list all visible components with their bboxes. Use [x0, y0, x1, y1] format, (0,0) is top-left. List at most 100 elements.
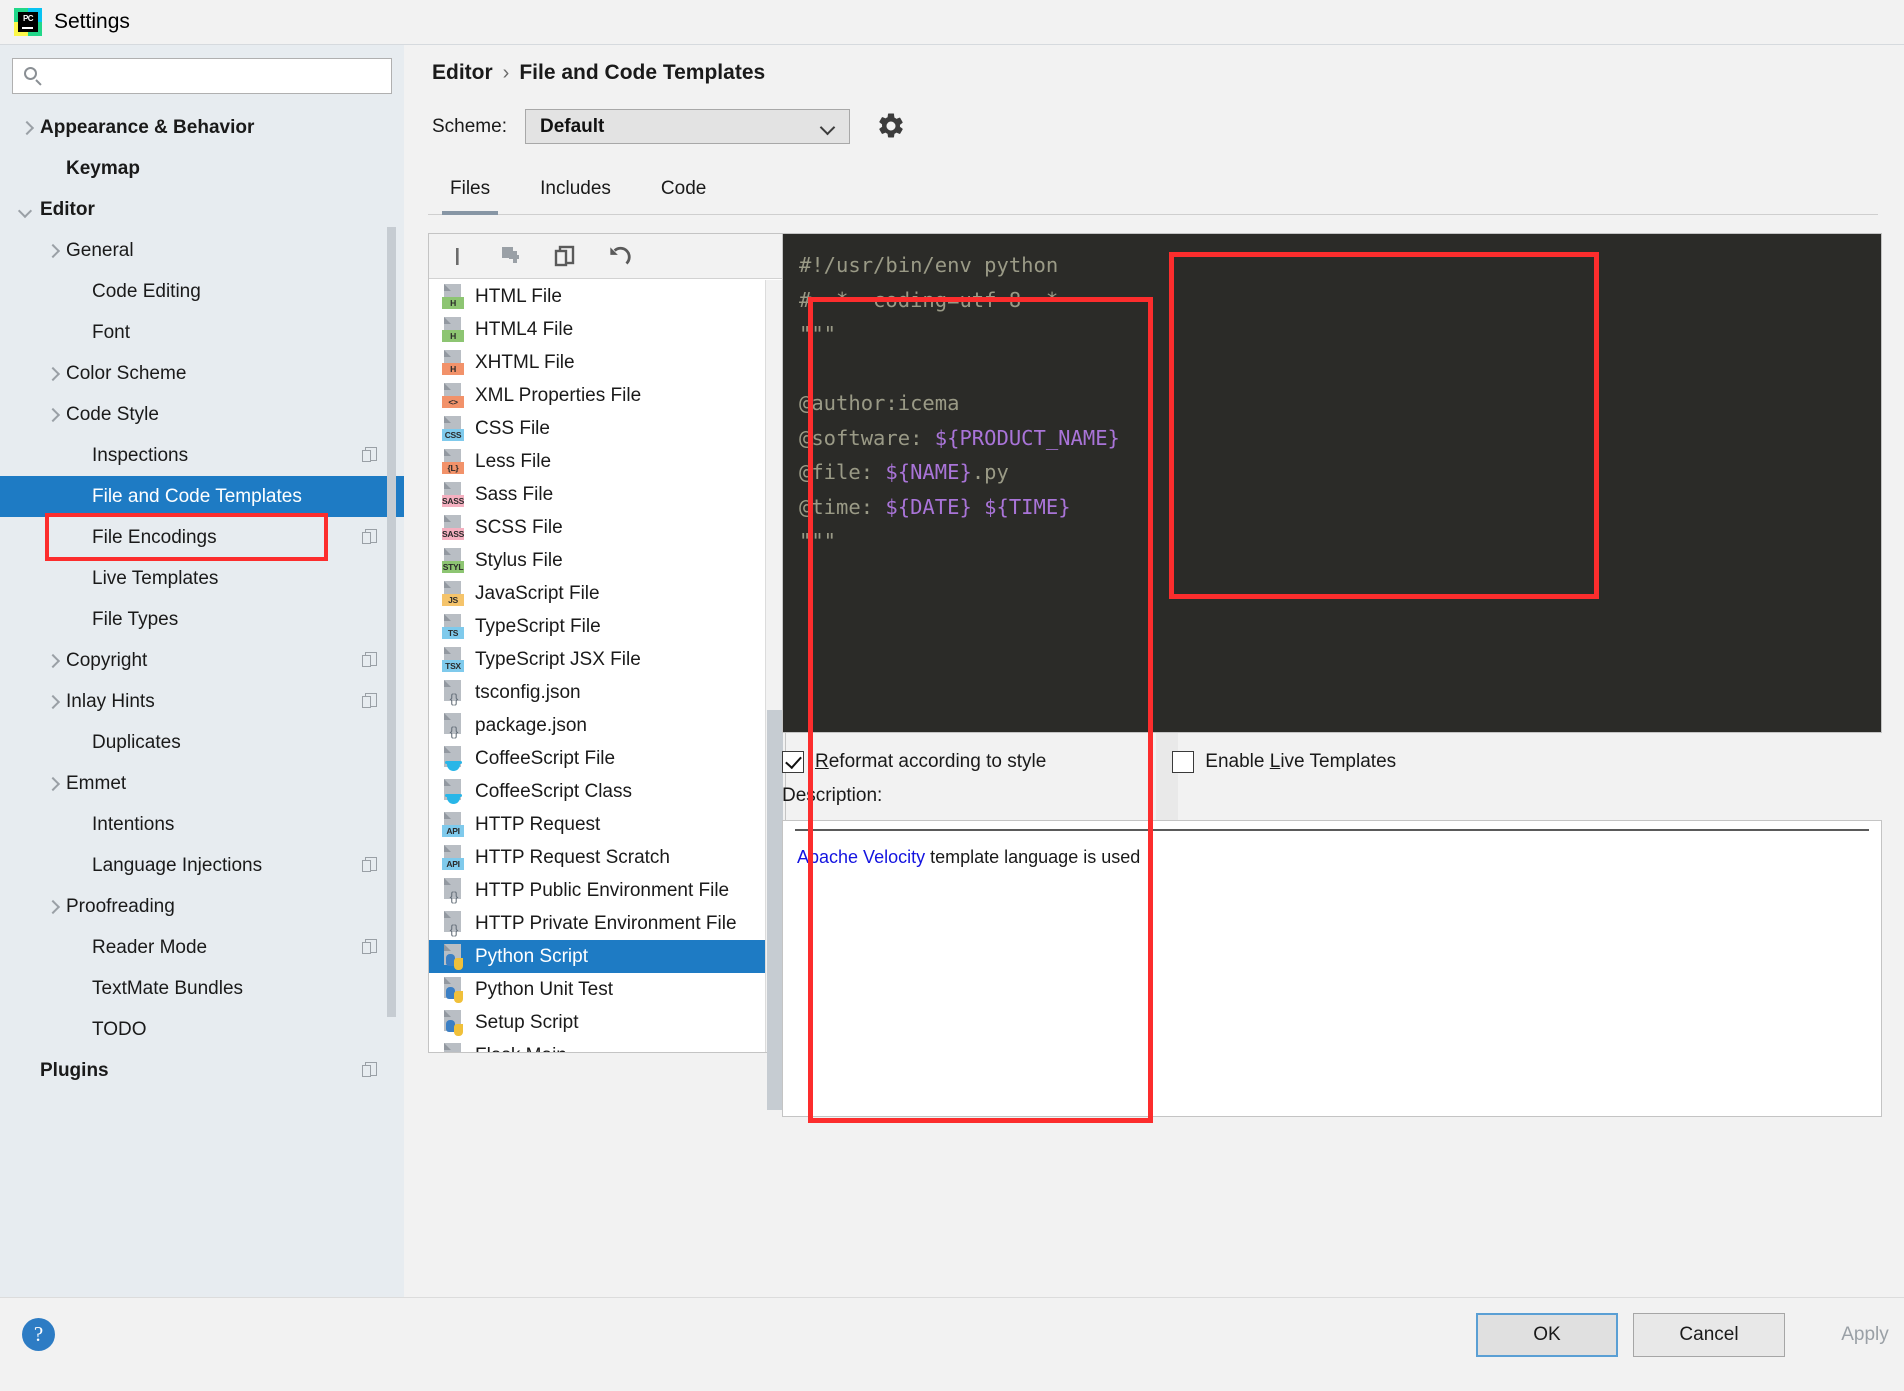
chevron-right-icon[interactable] — [44, 694, 60, 710]
list-item-label: Python Unit Test — [475, 978, 614, 1000]
list-item[interactable]: CoffeeScript Class — [429, 775, 766, 808]
list-item[interactable]: Flask Main — [429, 1039, 766, 1052]
sidebar-item-proofreading[interactable]: Proofreading — [0, 886, 404, 927]
list-item[interactable]: {L} Less File — [429, 445, 766, 478]
copy-settings-icon[interactable] — [362, 651, 380, 670]
chevron-down-icon[interactable] — [18, 202, 34, 218]
sidebar-item-keymap[interactable]: Keymap — [0, 148, 404, 189]
copy-settings-icon[interactable] — [362, 856, 380, 875]
list-item[interactable]: {} HTTP Private Environment File — [429, 907, 766, 940]
stylus-file-icon: STYL — [441, 547, 465, 574]
apply-button[interactable]: Apply — [1800, 1313, 1904, 1357]
chevron-right-icon[interactable] — [44, 653, 60, 669]
sidebar-item-textmate-bundles[interactable]: TextMate Bundles — [0, 968, 404, 1009]
live-templates-checkbox[interactable] — [1172, 751, 1195, 773]
add-icon[interactable] — [443, 242, 471, 270]
copy-settings-icon[interactable] — [362, 528, 380, 547]
template-code-editor[interactable]: #!/usr/bin/env python # -*- coding=utf-8 … — [782, 233, 1882, 733]
tab-code[interactable]: Code — [639, 164, 728, 214]
sidebar-item-code-style[interactable]: Code Style — [0, 394, 404, 435]
copy-settings-icon[interactable] — [362, 692, 380, 711]
xml-properties-icon: <> — [441, 382, 465, 409]
list-item[interactable]: API HTTP Request Scratch — [429, 841, 766, 874]
list-item[interactable]: JS JavaScript File — [429, 577, 766, 610]
sidebar-scrollbar-track[interactable] — [387, 107, 400, 1298]
sidebar-item-todo[interactable]: TODO — [0, 1009, 404, 1050]
sidebar-item-appearance-behavior[interactable]: Appearance & Behavior — [0, 107, 404, 148]
code-line: """ — [799, 317, 1120, 352]
list-scrollbar-thumb[interactable] — [767, 710, 783, 1110]
sidebar-item-file-types[interactable]: File Types — [0, 599, 404, 640]
list-item[interactable]: TSX TypeScript JSX File — [429, 643, 766, 676]
sidebar-scrollbar-thumb[interactable] — [387, 227, 396, 1017]
list-item[interactable]: H XHTML File — [429, 346, 766, 379]
list-item[interactable]: CoffeeScript File — [429, 742, 766, 775]
reset-icon[interactable] — [605, 242, 633, 270]
breadcrumb-item-editor[interactable]: Editor — [432, 61, 493, 85]
code-line: #!/usr/bin/env python — [799, 248, 1120, 283]
chevron-right-icon[interactable] — [44, 899, 60, 915]
duplicate-icon[interactable] — [551, 242, 579, 270]
apache-velocity-link[interactable]: Apache Velocity — [797, 847, 925, 867]
list-item[interactable]: H HTML4 File — [429, 313, 766, 346]
sidebar-item-reader-mode[interactable]: Reader Mode — [0, 927, 404, 968]
help-button[interactable]: ? — [22, 1318, 55, 1351]
sidebar-item-general[interactable]: General — [0, 230, 404, 271]
cancel-button[interactable]: Cancel — [1633, 1313, 1785, 1357]
chevron-right-icon[interactable] — [44, 776, 60, 792]
list-item[interactable]: SASS SCSS File — [429, 511, 766, 544]
list-item[interactable]: H HTML File — [429, 280, 766, 313]
chevron-right-icon[interactable] — [18, 120, 34, 136]
code-text: """ — [799, 529, 837, 553]
list-item[interactable]: CSS CSS File — [429, 412, 766, 445]
sidebar-item-intentions[interactable]: Intentions — [0, 804, 404, 845]
sidebar-item-copyright[interactable]: Copyright — [0, 640, 404, 681]
sidebar-item-live-templates[interactable]: Live Templates — [0, 558, 404, 599]
tab-includes[interactable]: Includes — [518, 164, 633, 214]
search-box[interactable] — [12, 58, 392, 94]
chevron-right-icon[interactable] — [44, 243, 60, 259]
list-item[interactable]: API HTTP Request — [429, 808, 766, 841]
scheme-settings-gear-button[interactable] — [872, 107, 910, 145]
list-item[interactable]: {} tsconfig.json — [429, 676, 766, 709]
list-item[interactable]: Python Unit Test — [429, 973, 766, 1006]
description-rest: template language is used — [925, 847, 1141, 867]
sidebar-item-file-encodings[interactable]: File Encodings — [0, 517, 404, 558]
list-item[interactable]: {} HTTP Public Environment File — [429, 874, 766, 907]
list-item[interactable]: <> XML Properties File — [429, 379, 766, 412]
copy-settings-icon[interactable] — [362, 446, 380, 465]
sidebar-item-code-editing[interactable]: Code Editing — [0, 271, 404, 312]
reformat-checkbox[interactable] — [782, 751, 804, 773]
scheme-dropdown[interactable]: Default — [524, 109, 850, 144]
copy-template-icon[interactable] — [497, 242, 525, 270]
reformat-checkbox-row[interactable]: Reformat according to style — [782, 751, 1046, 773]
copy-settings-icon[interactable] — [362, 1061, 380, 1080]
sidebar-item-language-injections[interactable]: Language Injections — [0, 845, 404, 886]
sidebar-item-file-and-code-templates[interactable]: File and Code Templates — [0, 476, 404, 517]
copy-settings-icon[interactable] — [362, 938, 380, 957]
sidebar-item-duplicates[interactable]: Duplicates — [0, 722, 404, 763]
sidebar-item-label: Reader Mode — [92, 936, 208, 958]
sidebar-item-color-scheme[interactable]: Color Scheme — [0, 353, 404, 394]
list-item[interactable]: Python Script — [429, 940, 766, 973]
sidebar-item-inlay-hints[interactable]: Inlay Hints — [0, 681, 404, 722]
sidebar-item-editor[interactable]: Editor — [0, 189, 404, 230]
chevron-right-icon[interactable] — [44, 366, 60, 382]
search-input[interactable] — [43, 60, 391, 92]
sidebar-item-plugins[interactable]: Plugins — [0, 1050, 404, 1091]
sidebar-item-emmet[interactable]: Emmet — [0, 763, 404, 804]
list-item[interactable]: {} package.json — [429, 709, 766, 742]
live-templates-checkbox-row[interactable]: Enable Live Templates — [1172, 751, 1396, 773]
list-item[interactable]: Setup Script — [429, 1006, 766, 1039]
list-item[interactable]: STYL Stylus File — [429, 544, 766, 577]
sidebar-item-font[interactable]: Font — [0, 312, 404, 353]
json-file-icon: {} — [441, 712, 465, 739]
list-item-label: HTML File — [475, 285, 562, 307]
list-item[interactable]: SASS Sass File — [429, 478, 766, 511]
chevron-right-icon[interactable] — [44, 407, 60, 423]
ok-button[interactable]: OK — [1476, 1313, 1618, 1357]
tab-files[interactable]: Files — [428, 164, 512, 215]
sidebar-item-inspections[interactable]: Inspections — [0, 435, 404, 476]
list-item[interactable]: TS TypeScript File — [429, 610, 766, 643]
sidebar-item-label: Emmet — [66, 772, 127, 794]
